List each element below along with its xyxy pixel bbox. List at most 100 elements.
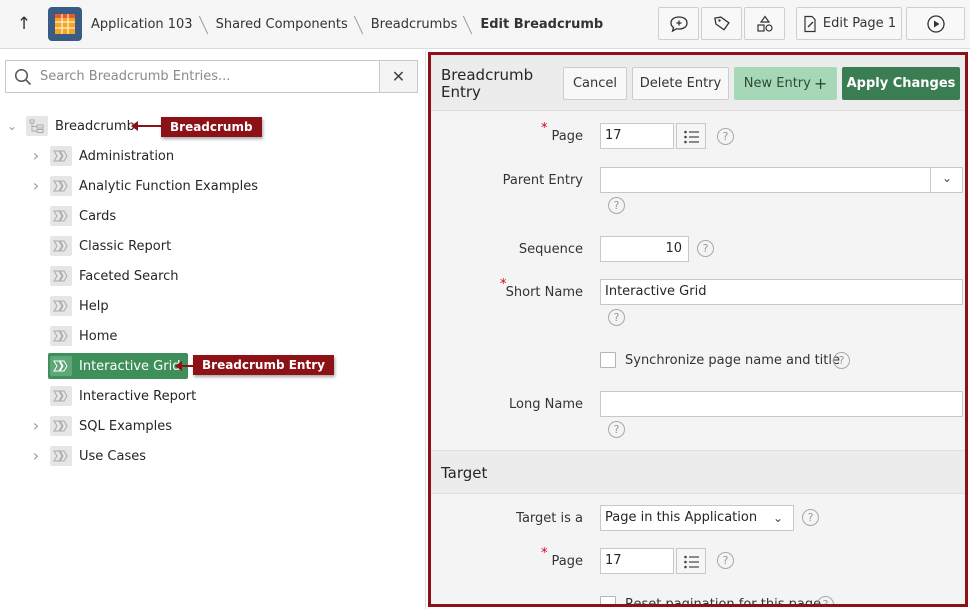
help-icon[interactable]: ? xyxy=(817,596,834,604)
long-name-label: Long Name xyxy=(509,397,583,412)
collapse-toggle[interactable]: ⌄ xyxy=(6,114,18,138)
list-icon xyxy=(684,130,699,144)
tree-node-label: Analytic Function Examples xyxy=(79,178,258,194)
help-icon[interactable]: ? xyxy=(608,309,625,326)
app-grid-icon[interactable] xyxy=(48,7,82,41)
tree-node-label: Classic Report xyxy=(79,238,172,254)
edit-page-icon xyxy=(804,15,816,32)
tree-node[interactable]: Home xyxy=(50,324,117,348)
parent-entry-dropdown[interactable]: ⌄ xyxy=(930,167,963,193)
help-icon[interactable]: ? xyxy=(608,197,625,214)
target-page-input[interactable]: 17 xyxy=(600,548,674,574)
tree-root-breadcrumb[interactable]: Breadcrumb xyxy=(26,114,135,138)
reset-pagination-label: Reset pagination for this page xyxy=(625,597,822,607)
parent-entry-select[interactable] xyxy=(600,167,931,193)
help-icon[interactable]: ? xyxy=(717,128,734,145)
tree-node[interactable]: Help xyxy=(50,294,109,318)
reset-pagination-checkbox[interactable] xyxy=(600,596,616,604)
breadcrumb-entry-icon xyxy=(50,266,72,286)
tree-node[interactable]: Analytic Function Examples xyxy=(50,174,258,198)
page-input[interactable]: 17 xyxy=(600,123,674,149)
breadcrumb-current-page: Edit Breadcrumb xyxy=(480,17,604,32)
close-icon: ✕ xyxy=(391,67,406,86)
breadcrumb-entry-icon xyxy=(50,206,72,226)
synchronize-checkbox[interactable] xyxy=(600,352,616,368)
chevron-down-icon: ⌄ xyxy=(942,171,953,185)
long-name-input[interactable] xyxy=(600,391,963,417)
breadcrumb: Application 103 Shared Components Breadc… xyxy=(91,0,603,49)
search-icon xyxy=(14,68,32,86)
new-entry-label: New Entry xyxy=(743,76,811,91)
region-header: Breadcrumb Entry Cancel Delete Entry New… xyxy=(431,55,965,111)
help-icon[interactable]: ? xyxy=(802,509,819,526)
target-section-title: Target xyxy=(441,464,488,482)
search-box xyxy=(5,60,380,93)
up-arrow-icon[interactable]: ↑ xyxy=(12,13,36,35)
run-icon xyxy=(926,14,945,33)
expand-toggle[interactable]: › xyxy=(30,174,42,198)
callout-breadcrumb: Breadcrumb xyxy=(161,117,262,137)
page-label: Page xyxy=(551,129,583,144)
tree-node[interactable]: Cards xyxy=(50,204,116,228)
tree-node-label: Cards xyxy=(79,208,117,224)
target-type-value: Page in this Application xyxy=(605,510,758,525)
target-is-label: Target is a xyxy=(516,511,583,526)
cancel-button[interactable]: Cancel xyxy=(563,67,627,100)
help-icon[interactable]: ? xyxy=(833,352,850,369)
apply-changes-button[interactable]: Apply Changes xyxy=(842,67,960,100)
tree-node[interactable]: SQL Examples xyxy=(50,414,172,438)
tree-node-label: Help xyxy=(79,298,109,314)
breadcrumb-breadcrumbs[interactable]: Breadcrumbs xyxy=(371,17,458,32)
edit-page-button[interactable]: Edit Page 1 xyxy=(796,7,902,40)
breadcrumb-entry-icon xyxy=(50,416,72,436)
help-icon[interactable]: ? xyxy=(697,240,714,257)
shared-components-button[interactable] xyxy=(744,7,785,40)
tree-root-label: Breadcrumb xyxy=(55,118,135,134)
expand-toggle[interactable]: › xyxy=(30,414,42,438)
tree-node-label: Interactive Grid xyxy=(79,358,181,374)
tag-button[interactable] xyxy=(701,7,742,40)
breadcrumb-shared-components[interactable]: Shared Components xyxy=(216,17,348,32)
tree-node[interactable]: Classic Report xyxy=(50,234,171,258)
tree-node-label: Interactive Report xyxy=(79,388,197,404)
expand-toggle[interactable]: › xyxy=(30,444,42,468)
help-icon[interactable]: ? xyxy=(608,421,625,438)
breadcrumb-hierarchy-icon xyxy=(26,116,48,136)
new-entry-button[interactable]: New Entry + xyxy=(734,67,837,100)
target-type-select[interactable]: Page in this Application ⌄ xyxy=(600,505,794,531)
tree-node[interactable]: Use Cases xyxy=(50,444,146,468)
short-name-input[interactable]: Interactive Grid xyxy=(600,279,963,305)
delete-entry-button[interactable]: Delete Entry xyxy=(632,67,729,100)
tree-node-label: Use Cases xyxy=(79,448,147,464)
target-page-list-button[interactable] xyxy=(676,548,706,574)
expand-toggle[interactable]: › xyxy=(30,144,42,168)
breadcrumb-entry-icon xyxy=(50,446,72,466)
callout-arrow xyxy=(131,121,163,131)
breadcrumb-application[interactable]: Application 103 xyxy=(91,17,193,32)
comment-button[interactable] xyxy=(658,7,699,40)
clear-search-button[interactable]: ✕ xyxy=(379,60,418,93)
breadcrumb-entry-icon xyxy=(50,146,72,166)
sequence-input[interactable]: 10 xyxy=(600,236,689,262)
breadcrumb-tree-panel: ✕ ⌄ Breadcrumb Breadcrumb › Administratio… xyxy=(0,50,426,609)
tree-node[interactable]: Interactive Report xyxy=(50,384,196,408)
search-input[interactable] xyxy=(40,61,375,92)
top-toolbar: ↑ Application 103 Shared Components Brea… xyxy=(0,0,970,49)
run-page-button[interactable] xyxy=(906,7,965,40)
tree-node-label: Faceted Search xyxy=(79,268,179,284)
breadcrumb-separator xyxy=(457,13,480,37)
tag-icon xyxy=(713,15,730,31)
shapes-icon xyxy=(756,14,773,32)
page-list-button[interactable] xyxy=(676,123,706,149)
plus-icon: + xyxy=(813,73,828,93)
sequence-label: Sequence xyxy=(518,242,583,257)
breadcrumb-entry-icon xyxy=(50,176,72,196)
tree-node[interactable]: Interactive Grid xyxy=(48,353,189,379)
short-name-label: Short Name xyxy=(505,285,583,300)
help-icon[interactable]: ? xyxy=(717,552,734,569)
tree-node-label: Home xyxy=(79,328,118,344)
tree-node[interactable]: Faceted Search xyxy=(50,264,179,288)
region-title: Breadcrumb Entry xyxy=(441,66,534,101)
tree-node[interactable]: Administration xyxy=(50,144,174,168)
synchronize-label: Synchronize page name and title xyxy=(625,353,840,368)
